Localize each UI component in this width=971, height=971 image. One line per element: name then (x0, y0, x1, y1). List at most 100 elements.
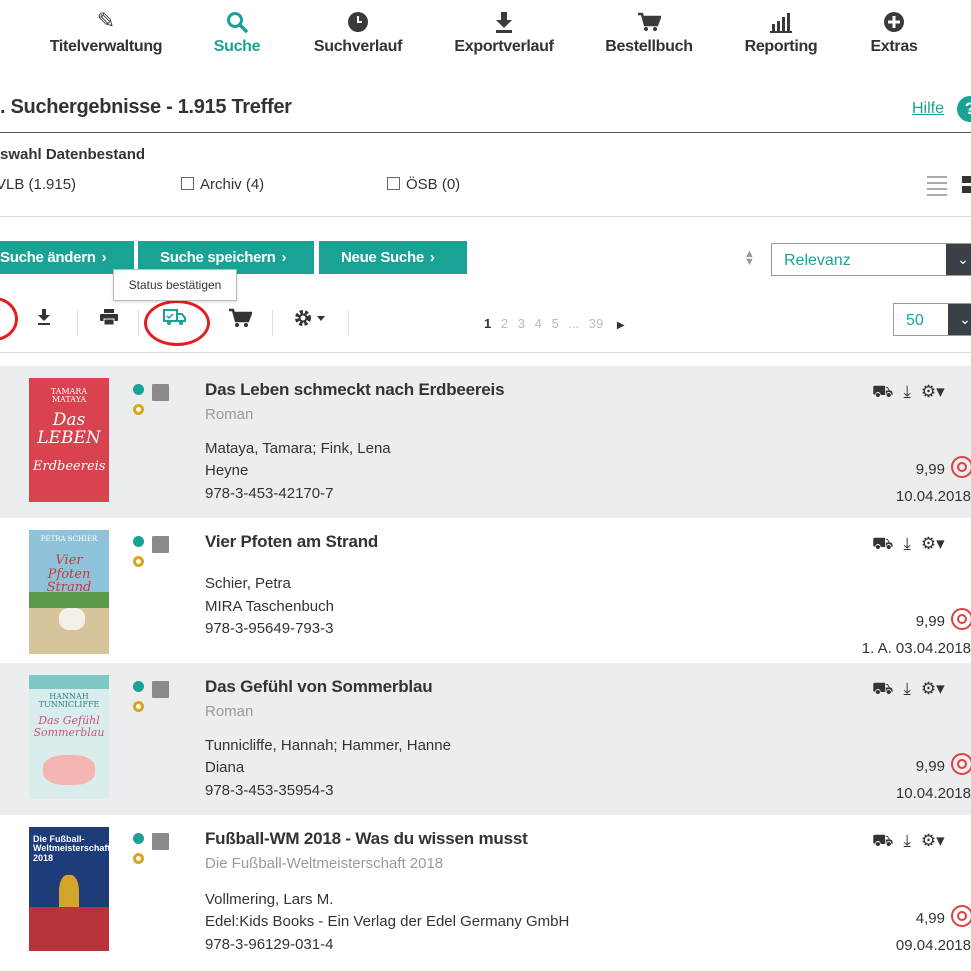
page-link[interactable]: 4 (535, 316, 542, 331)
target-icon (951, 753, 971, 775)
confirm-status-truck-icon[interactable] (163, 308, 187, 331)
page-link[interactable]: 39 (589, 316, 603, 331)
datasource-option-osb[interactable]: ÖSB (0) (387, 176, 460, 193)
result-item[interactable]: PETRA SCHIER Vier Pfoten Strand Vier Pfot… (0, 518, 971, 663)
book-price: 4,99 (915, 910, 945, 927)
gear-icon[interactable] (293, 308, 327, 333)
divider (0, 132, 971, 133)
datasource-label: VLB (1.915) (0, 176, 77, 193)
target-icon (951, 456, 971, 478)
book-cover[interactable]: HANNAH TUNNICLIFFE Das Gefühl Sommerblau (29, 675, 109, 799)
book-date: 1. A. 03.04.2018 (861, 640, 971, 657)
download-icon[interactable]: ⤓ (903, 679, 911, 698)
chevron-right-icon: › (281, 249, 287, 266)
result-item[interactable]: Die Fußball- Weltmeisterschaft 2018 Fußbal… (0, 815, 971, 971)
book-cover[interactable]: PETRA SCHIER Vier Pfoten Strand (29, 530, 109, 654)
nav-suchverlauf[interactable]: Suchverlauf (311, 6, 405, 56)
nav-suche[interactable]: Suche (205, 6, 269, 56)
datasource-title: swahl Datenbestand (0, 146, 146, 163)
datasource-label: Archiv (4) (200, 176, 265, 193)
search-icon (205, 6, 269, 38)
book-publisher: Diana (205, 759, 245, 776)
status-dot (133, 853, 144, 864)
gear-icon[interactable]: ⚙▾ (921, 534, 945, 553)
print-icon[interactable] (99, 308, 119, 331)
truck-icon[interactable]: ⛟ (872, 679, 893, 698)
truck-icon[interactable]: ⛟ (872, 382, 893, 401)
clock-icon (311, 6, 405, 38)
availability-dot (133, 833, 144, 844)
book-title[interactable]: Das Gefühl von Sommerblau (205, 677, 433, 697)
datasource-option-vlb[interactable]: VLB (1.915) (0, 176, 76, 193)
truck-icon[interactable]: ⛟ (872, 831, 893, 850)
nav-exportverlauf[interactable]: Exportverlauf (452, 6, 556, 56)
per-page-select[interactable]: 50 ⌄ (893, 303, 971, 336)
book-publisher: MIRA Taschenbuch (205, 598, 334, 615)
book-title[interactable]: Fußball-WM 2018 - Was du wissen musst (205, 829, 528, 849)
gear-icon[interactable]: ⚙▾ (921, 382, 945, 401)
download-icon[interactable]: ⤓ (903, 831, 911, 850)
cart-icon (603, 6, 695, 38)
status-dot (133, 701, 144, 712)
book-title[interactable]: Vier Pfoten am Strand (205, 532, 378, 552)
book-subtitle: Roman (205, 406, 254, 423)
page-link[interactable]: 3 (518, 316, 525, 331)
row-actions: ⛟ ⤓ ⚙▾ (872, 831, 955, 853)
sort-select[interactable]: Relevanz ⌄ (771, 243, 971, 276)
new-search-button[interactable]: Neue Suche › (319, 241, 467, 274)
help-link[interactable]: Hilfe (912, 100, 944, 118)
book-subtitle: Roman (205, 703, 254, 720)
book-icon (152, 681, 169, 698)
nav-titelverwaltung[interactable]: ✎ Titelverwaltung (48, 6, 164, 56)
book-cover[interactable]: TAMARA MATAYA Das LEBEN Erdbeereis (29, 378, 109, 502)
gear-icon[interactable]: ⚙▾ (921, 831, 945, 850)
download-icon (452, 6, 556, 38)
datasource-option-archiv[interactable]: Archiv (4) (181, 176, 264, 193)
help-icon[interactable]: ? (957, 96, 971, 122)
book-subtitle: Die Fußball-Weltmeisterschaft 2018 (205, 855, 444, 872)
book-icon (152, 384, 169, 401)
result-item[interactable]: TAMARA MATAYA Das LEBEN Erdbeereis Das Le… (0, 366, 971, 518)
row-actions: ⛟ ⤓ ⚙▾ (872, 534, 955, 556)
book-author: Schier, Petra (205, 575, 291, 592)
divider (138, 310, 139, 336)
checkbox[interactable] (181, 177, 194, 190)
book-price: 9,99 (915, 613, 945, 630)
page-link[interactable]: 2 (501, 316, 508, 331)
bar-chart-icon (743, 6, 819, 38)
main-nav: ✎ Titelverwaltung Suche Suchverlauf Expo… (0, 0, 971, 80)
book-price: 9,99 (915, 758, 945, 775)
truck-icon[interactable]: ⛟ (872, 534, 893, 553)
checkbox[interactable] (387, 177, 400, 190)
pagination: 1 2 3 4 5 ... 39 ▶ (484, 316, 631, 331)
download-icon[interactable] (36, 308, 52, 331)
nav-bestellbuch[interactable]: Bestellbuch (603, 6, 695, 56)
book-cover[interactable]: Die Fußball- Weltmeisterschaft 2018 (29, 827, 109, 951)
sort-icon: ▲ ▼ (744, 248, 755, 268)
availability-dot (133, 681, 144, 692)
gear-icon[interactable]: ⚙▾ (921, 679, 945, 698)
grid-view-icon[interactable] (962, 176, 971, 194)
book-icon (152, 833, 169, 850)
list-view-icon[interactable] (927, 176, 947, 196)
page-link[interactable]: 1 (484, 316, 491, 331)
nav-reporting[interactable]: Reporting (743, 6, 819, 56)
chevron-down-icon: ⌄ (948, 304, 971, 335)
availability-dot (133, 536, 144, 547)
next-page-icon[interactable]: ▶ (617, 320, 625, 331)
result-item[interactable]: HANNAH TUNNICLIFFE Das Gefühl Sommerblau D… (0, 663, 971, 815)
book-price: 9,99 (915, 461, 945, 478)
book-isbn: 978-3-95649-793-3 (205, 620, 334, 637)
download-icon[interactable]: ⤓ (903, 382, 911, 401)
book-author: Vollmering, Lars M. (205, 891, 334, 908)
book-title[interactable]: Das Leben schmeckt nach Erdbeereis (205, 380, 505, 400)
page-link[interactable]: 5 (551, 316, 558, 331)
nav-extras[interactable]: Extras (867, 6, 921, 56)
download-icon[interactable]: ⤓ (903, 534, 911, 553)
status-dot (133, 556, 144, 567)
book-date: 10.04.2018 (895, 488, 971, 505)
page-title: . Suchergebnisse - 1.915 Treffer (0, 96, 292, 118)
cart-icon[interactable] (228, 308, 253, 333)
divider (272, 310, 273, 336)
datasource-label: ÖSB (0) (406, 176, 461, 193)
